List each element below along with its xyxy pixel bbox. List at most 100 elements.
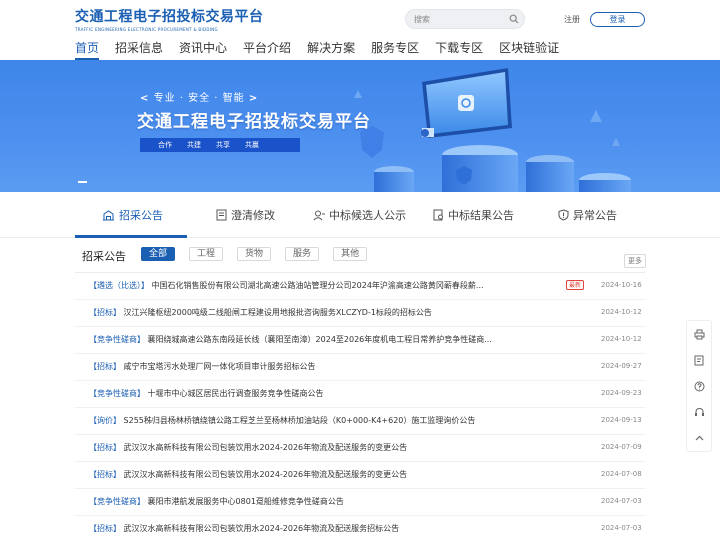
notice-category: 【招标】 [89, 308, 121, 317]
list-item[interactable]: 【询价】 S255秭归县杨林桥镇绕镇公路工程芝兰至杨林桥加油站段（K0+000-… [75, 408, 645, 435]
filter-all[interactable]: 全部 [141, 247, 176, 261]
notice-title: 武汉汉水高新科技有限公司包装饮用水2024-2026年物流及配送服务的变更公告 [123, 470, 408, 479]
list-item[interactable]: 【遴选（比选）】 中国石化销售股份有限公司湖北高速公路油站管理分公司2024年沪… [75, 273, 645, 300]
notice-date: 2024-09-13 [601, 416, 642, 424]
list-item[interactable]: 【招标】 武汉汉水高新科技有限公司包装饮用水2024-2026年物流及配送服务的… [75, 435, 645, 462]
list-item[interactable]: 【招标】 咸宁市宝塔污水处理厂网一体化项目审计服务招标公告 2024-09-27 [75, 354, 645, 381]
notice-text: 【询价】 S255秭归县杨林桥镇绕镇公路工程芝兰至杨林桥加油站段（K0+000-… [89, 415, 589, 426]
logo-subtitle: TRAFFIC ENGINEERING ELECTRONIC PROCUREME… [75, 27, 218, 32]
header: 交通工程电子招投标交易平台 TRAFFIC ENGINEERING ELECTR… [0, 0, 720, 60]
notice-title: 武汉汉水高新科技有限公司包装饮用水2024-2026年物流及配送服务的变更公告 [123, 443, 408, 452]
section-title: 招采公告 [82, 250, 126, 263]
document-icon [216, 209, 227, 221]
user-icon [313, 210, 325, 220]
active-tab-indicator [75, 235, 187, 238]
notice-text: 【招标】 咸宁市宝塔污水处理厂网一体化项目审计服务招标公告 [89, 361, 589, 372]
notice-category: 【询价】 [89, 416, 121, 425]
banner-tagline: < 专业 · 安全 · 智能 > [140, 93, 259, 104]
list-item[interactable]: 【招标】 汉江兴隆枢纽2000吨级二线船闸工程建设用地报批咨询服务XLCZYD-… [75, 300, 645, 327]
nav-item-procurement[interactable]: 招采信息 [115, 40, 163, 60]
notice-date: 2024-07-03 [601, 524, 642, 532]
notice-date: 2024-07-08 [601, 470, 642, 478]
help-button[interactable] [687, 373, 711, 399]
notice-date: 2024-10-16 [601, 281, 642, 289]
printer-icon [694, 329, 704, 339]
notice-title: 汉江兴隆枢纽2000吨级二线船闸工程建设用地报批咨询服务XLCZYD-1标段的招… [123, 308, 432, 317]
search-box [405, 9, 525, 29]
hero-banner[interactable]: < 专业 · 安全 · 智能 > 交通工程电子招投标交易平台 合作 共建 共享 … [0, 60, 720, 192]
list-item[interactable]: 【招标】 武汉汉水高新科技有限公司包装饮用水2024-2026年物流及配送服务招… [75, 516, 645, 540]
filter-engineering[interactable]: 工程 [189, 247, 224, 261]
list-item[interactable]: 【竞争性磋商】 十堰市中心城区居民出行调查服务竞争性磋商公告 2024-09-2… [75, 381, 645, 408]
login-button[interactable]: 登录 [590, 12, 645, 27]
filter-goods[interactable]: 货物 [237, 247, 272, 261]
support-button[interactable] [687, 399, 711, 425]
nav-item-news[interactable]: 资讯中心 [179, 40, 227, 60]
shield-alert-icon [558, 209, 569, 221]
register-link[interactable]: 注册 [564, 14, 580, 25]
notice-category: 【竞争性磋商】 [89, 389, 145, 398]
banner-pillar: 共享 [216, 141, 230, 149]
tab-label: 中标结果公告 [448, 209, 514, 222]
site-logo[interactable]: 交通工程电子招投标交易平台 TRAFFIC ENGINEERING ELECTR… [75, 6, 264, 32]
carousel-indicator[interactable] [78, 181, 87, 183]
banner-pillar: 共赢 [245, 141, 259, 149]
notice-category: 【招标】 [89, 470, 121, 479]
nav-item-downloads[interactable]: 下载专区 [435, 40, 483, 60]
notice-title: 襄阳市港航发展服务中心0801趸船维修竞争性磋商公告 [147, 497, 344, 506]
notice-category: 【遴选（比选）】 [89, 281, 149, 290]
notice-text: 【竞争性磋商】 襄阳市港航发展服务中心0801趸船维修竞争性磋商公告 [89, 496, 589, 507]
print-button[interactable] [687, 321, 711, 347]
logo-title: 交通工程电子招投标交易平台 [75, 9, 264, 25]
notice-text: 【遴选（比选）】 中国石化销售股份有限公司湖北高速公路油站管理分公司2024年沪… [89, 280, 549, 291]
edit-button[interactable] [687, 347, 711, 373]
notice-text: 【招标】 汉江兴隆枢纽2000吨级二线船闸工程建设用地报批咨询服务XLCZYD-… [89, 307, 589, 318]
nav-item-services[interactable]: 服务专区 [371, 40, 419, 60]
notice-title: 襄阳绕城高速公路东南段延长线（襄阳至南漳）2024至2026年度机电工程日常养护… [147, 335, 492, 344]
main-nav: 首页 招采信息 资讯中心 平台介绍 解决方案 服务专区 下载专区 区块链验证 [75, 40, 575, 60]
tab-label: 招采公告 [119, 209, 163, 222]
filter-services[interactable]: 服务 [285, 247, 320, 261]
back-to-top-button[interactable] [687, 425, 711, 451]
list-item[interactable]: 【竞争性磋商】 襄阳市港航发展服务中心0801趸船维修竞争性磋商公告 2024-… [75, 489, 645, 516]
tab-bid-candidates[interactable]: 中标候选人公示 [313, 192, 406, 238]
notice-date: 2024-07-03 [601, 497, 642, 505]
search-icon[interactable] [509, 14, 519, 24]
banner-illustration [354, 68, 631, 192]
notice-category: 【招标】 [89, 362, 121, 371]
search-input[interactable] [414, 12, 509, 26]
tab-bid-results[interactable]: 中标结果公告 [433, 192, 514, 238]
notice-text: 【招标】 武汉汉水高新科技有限公司包装饮用水2024-2026年物流及配送服务的… [89, 442, 589, 453]
notice-text: 【招标】 武汉汉水高新科技有限公司包装饮用水2024-2026年物流及配送服务招… [89, 523, 589, 534]
tab-clarification[interactable]: 澄清修改 [216, 192, 275, 238]
notice-title: 咸宁市宝塔污水处理厂网一体化项目审计服务招标公告 [123, 362, 316, 371]
notice-tabs: 招采公告 澄清修改 中标候选人公示 中标结果公告 异常公告 [0, 192, 720, 238]
nav-item-about[interactable]: 平台介绍 [243, 40, 291, 60]
filter-other[interactable]: 其他 [333, 247, 368, 261]
notice-date: 2024-10-12 [601, 335, 642, 343]
notice-date: 2024-07-09 [601, 443, 642, 451]
notice-text: 【竞争性磋商】 襄阳绕城高速公路东南段延长线（襄阳至南漳）2024至2026年度… [89, 334, 589, 345]
notice-list: 【遴选（比选）】 中国石化销售股份有限公司湖北高速公路油站管理分公司2024年沪… [75, 273, 645, 540]
tab-abnormal-notice[interactable]: 异常公告 [558, 192, 617, 238]
notice-category: 【竞争性磋商】 [89, 335, 145, 344]
more-button[interactable]: 更多 [624, 254, 646, 268]
nav-item-solutions[interactable]: 解决方案 [307, 40, 355, 60]
tab-label: 中标候选人公示 [329, 209, 406, 222]
tab-label: 异常公告 [573, 209, 617, 222]
notice-title: 十堰市中心城区居民出行调查服务竞争性磋商公告 [147, 389, 324, 398]
result-icon [433, 209, 443, 221]
notice-title: 中国石化销售股份有限公司湖北高速公路油站管理分公司2024年沪渝高速公路黄冈蕲春… [151, 281, 484, 290]
chevron-up-icon [695, 435, 703, 440]
notice-text: 【竞争性磋商】 十堰市中心城区居民出行调查服务竞争性磋商公告 [89, 388, 589, 399]
notice-date: 2024-09-27 [601, 362, 642, 370]
list-item[interactable]: 【招标】 武汉汉水高新科技有限公司包装饮用水2024-2026年物流及配送服务的… [75, 462, 645, 489]
list-item[interactable]: 【竞争性磋商】 襄阳绕城高速公路东南段延长线（襄阳至南漳）2024至2026年度… [75, 327, 645, 354]
notice-title: 武汉汉水高新科技有限公司包装饮用水2024-2026年物流及配送服务招标公告 [123, 524, 400, 533]
nav-item-home[interactable]: 首页 [75, 40, 100, 60]
notice-category: 【招标】 [89, 443, 121, 452]
notice-category: 【竞争性磋商】 [89, 497, 145, 506]
side-toolbar [686, 320, 712, 452]
tab-procurement-notice[interactable]: 招采公告 [102, 192, 163, 238]
nav-item-blockchain[interactable]: 区块链验证 [499, 40, 559, 60]
